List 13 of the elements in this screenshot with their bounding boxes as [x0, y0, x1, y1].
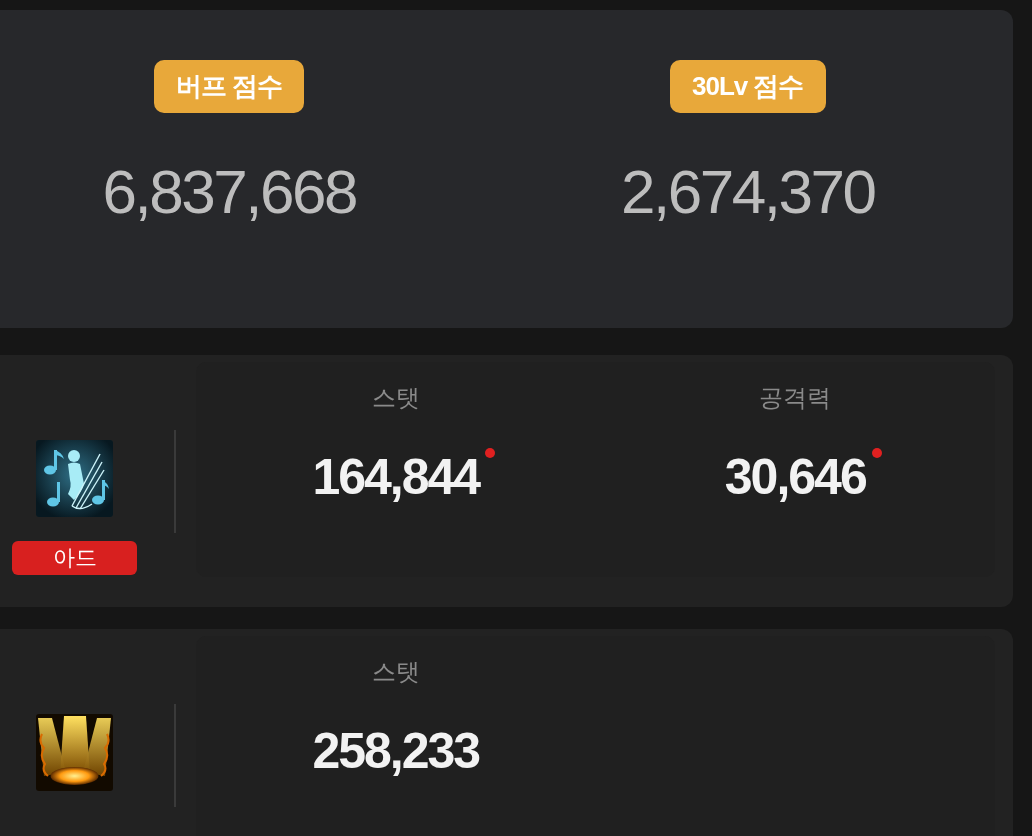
stat-value: 258,233	[312, 723, 480, 779]
score-badge: 30Lv 점수	[670, 60, 826, 113]
spotlight-icon	[36, 714, 113, 791]
score-value: 2,674,370	[621, 157, 875, 227]
music-notes-icon	[36, 440, 113, 517]
stat-label: 공격력	[759, 384, 832, 412]
skill-tag: 아드	[12, 541, 137, 575]
score-value: 6,837,668	[102, 157, 356, 227]
score-badge: 버프 점수	[154, 60, 305, 113]
stat-value: 30,646	[724, 449, 866, 505]
stat-value: 164,844	[312, 449, 480, 505]
stat-label: 스탯	[371, 658, 420, 686]
stat-label: 스탯	[371, 384, 420, 412]
